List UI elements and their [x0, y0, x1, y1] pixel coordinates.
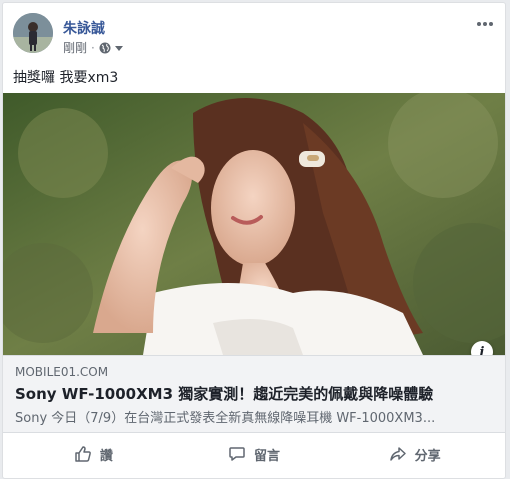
post-header: 朱詠誠 剛剛 · — [13, 13, 495, 57]
share-label: 分享 — [414, 448, 441, 464]
globe-icon[interactable] — [99, 42, 111, 54]
post-message: 抽獎囉 我要xm3 — [13, 70, 119, 86]
comment-label: 留言 — [254, 448, 281, 464]
like-label: 讚 — [99, 448, 113, 464]
like-button[interactable]: 讚 — [13, 435, 174, 473]
link-title[interactable]: Sony WF-1000XM3 獨家實測！趨近完美的佩戴與降噪體驗 — [15, 383, 493, 404]
comment-icon — [229, 447, 245, 461]
link-description: Sony 今日（7/9）在台灣正式發表全新真無線降噪耳機 WF-1000XM3.… — [15, 411, 436, 426]
more-dot-icon — [477, 22, 481, 26]
link-preview-image[interactable]: i — [3, 93, 505, 355]
meta-separator: · — [91, 40, 95, 55]
audience-caret-icon[interactable] — [114, 44, 123, 52]
feed-post: 朱詠誠 剛剛 · 抽獎囉 我要xm3 i MOBILE01.COM Sony W… — [2, 2, 506, 479]
author-avatar[interactable] — [13, 13, 53, 53]
post-timestamp[interactable]: 剛剛 — [63, 39, 87, 56]
more-dot-icon — [489, 22, 493, 26]
link-preview-card[interactable]: MOBILE01.COM Sony WF-1000XM3 獨家實測！趨近完美的佩… — [3, 355, 505, 433]
post-meta: 剛剛 · — [63, 39, 123, 56]
link-domain: MOBILE01.COM — [15, 365, 109, 379]
author-name[interactable]: 朱詠誠 — [63, 18, 105, 38]
more-dot-icon — [483, 22, 487, 26]
share-button[interactable]: 分享 — [334, 435, 495, 473]
comment-button[interactable]: 留言 — [174, 435, 335, 473]
more-options-button[interactable] — [475, 15, 495, 33]
share-icon — [389, 447, 406, 461]
thumbs-up-icon — [75, 446, 91, 462]
post-actions-bar: 讚 留言 分享 — [13, 435, 495, 473]
